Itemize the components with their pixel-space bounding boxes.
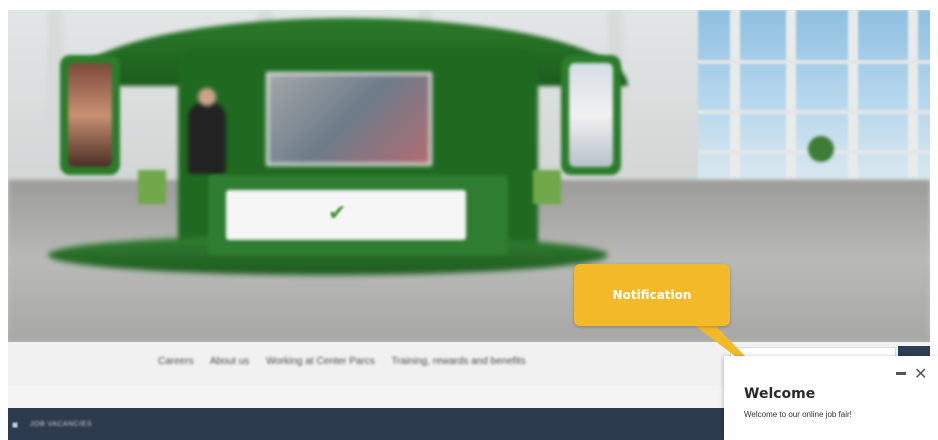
briefcase-icon: ■ xyxy=(12,420,19,431)
virtual-job-fair-page: ✔ Careers About us Working at Center Par… xyxy=(0,0,938,440)
welcome-title: Welcome xyxy=(744,386,816,402)
notification-tooltip[interactable]: Notification xyxy=(574,264,730,326)
close-icon[interactable]: ✕ xyxy=(914,364,927,384)
welcome-notification-panel: ✕ Welcome Welcome to our online job fair… xyxy=(724,356,938,440)
plant-icon xyxy=(808,136,834,162)
nav-link-working-at[interactable]: Working at Center Parcs xyxy=(266,356,375,367)
job-vacancies-link[interactable]: JOB VACANCIES xyxy=(30,421,92,428)
nav-link-about-us[interactable]: About us xyxy=(210,356,249,367)
checkmark-logo-icon: ✔ xyxy=(328,200,347,225)
minimize-icon[interactable] xyxy=(896,372,906,375)
virtual-booth-scene[interactable]: ✔ xyxy=(8,10,930,342)
nav-links: Careers About us Working at Center Parcs… xyxy=(158,356,540,367)
nav-link-training[interactable]: Training, rewards and benefits xyxy=(391,356,525,367)
booth-host-avatar[interactable] xyxy=(188,88,226,174)
notification-label: Notification xyxy=(612,288,692,302)
booth-poster-right[interactable] xyxy=(561,55,621,175)
booth-poster-left[interactable] xyxy=(60,55,120,175)
booth-video-screen[interactable] xyxy=(266,72,432,166)
nav-link-careers[interactable]: Careers xyxy=(158,356,194,367)
welcome-message: Welcome to our online job fair! xyxy=(744,410,852,419)
